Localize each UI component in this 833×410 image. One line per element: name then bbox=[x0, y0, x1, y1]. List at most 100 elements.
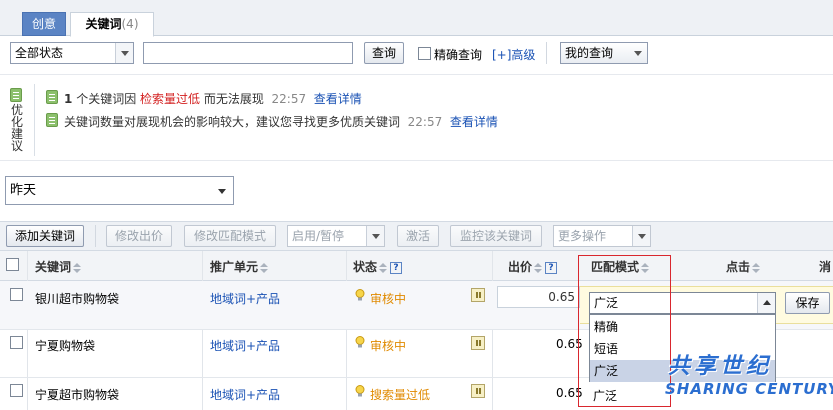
select-all-checkbox[interactable] bbox=[6, 258, 19, 271]
status-filter-value: 全部状态 bbox=[15, 46, 64, 60]
header-keyword[interactable]: 关键词 bbox=[35, 258, 82, 275]
sort-icon bbox=[73, 262, 82, 273]
watermark-en: SHARING CENTURY bbox=[665, 380, 833, 398]
sort-icon bbox=[534, 262, 543, 273]
header-clicks[interactable]: 点击 bbox=[726, 258, 761, 275]
tab-keywords-count: (4) bbox=[121, 17, 139, 31]
divider bbox=[546, 42, 547, 64]
save-button-label: 保存 bbox=[795, 296, 820, 310]
header-cost[interactable]: 消 bbox=[819, 258, 831, 275]
divider bbox=[95, 225, 96, 247]
my-query-value: 我的查询 bbox=[565, 46, 614, 60]
price-input[interactable]: 0.65 bbox=[497, 286, 580, 308]
bulb-icon bbox=[355, 385, 365, 397]
list-icon bbox=[46, 90, 58, 104]
header-clicks-label: 点击 bbox=[726, 260, 751, 274]
status-cell: 审核中 bbox=[370, 292, 407, 306]
advanced-link[interactable]: [+]高级 bbox=[492, 46, 535, 63]
monitor-keyword-label: 监控该关键词 bbox=[459, 229, 532, 243]
suggestion-text: 个关键词因 bbox=[76, 92, 137, 106]
suggestion-item: 关键词数量对展现机会的影响较大，建议您寻找更多优质关键词 22:57 查看详情 bbox=[64, 113, 498, 130]
status-filter-select[interactable]: 全部状态 bbox=[10, 42, 134, 64]
bulb-icon bbox=[355, 289, 365, 301]
sort-icon bbox=[260, 262, 269, 273]
edit-price-button[interactable]: 修改出价 bbox=[106, 225, 172, 247]
header-status[interactable]: 状态? bbox=[353, 258, 403, 275]
search-button-label: 查询 bbox=[371, 46, 396, 60]
divider bbox=[0, 160, 833, 161]
header-price-label: 出价 bbox=[508, 260, 533, 274]
help-icon[interactable]: ? bbox=[545, 261, 558, 274]
edit-price-label: 修改出价 bbox=[114, 229, 163, 243]
price-value: 0.65 bbox=[548, 290, 575, 304]
suggestion-detail-link[interactable]: 查看详情 bbox=[450, 115, 498, 129]
date-range-select[interactable]: 昨天 bbox=[5, 176, 234, 205]
suggestion-text: 而无法展现 bbox=[203, 92, 264, 106]
row-checkbox[interactable] bbox=[10, 336, 23, 349]
row-checkbox[interactable] bbox=[10, 384, 23, 397]
suggestion-detail-link[interactable]: 查看详情 bbox=[314, 92, 362, 106]
sort-icon bbox=[379, 262, 388, 273]
list-icon bbox=[46, 113, 58, 127]
chevron-down-icon bbox=[366, 226, 384, 246]
keyword-cell: 宁夏超市购物袋 bbox=[35, 388, 120, 402]
watermark-cn: 共享世纪 bbox=[668, 354, 773, 379]
enable-pause-value: 启用/暂停 bbox=[292, 229, 345, 243]
chevron-down-icon bbox=[115, 43, 133, 63]
tab-creative[interactable]: 创意 bbox=[22, 12, 66, 36]
divider bbox=[34, 84, 35, 156]
table-header bbox=[0, 251, 833, 281]
suggestion-icon bbox=[10, 88, 22, 102]
exact-query-checkbox[interactable] bbox=[418, 47, 431, 60]
exact-query-label: 精确查询 bbox=[434, 48, 483, 62]
suggestion-panel-label: 优化建议 bbox=[11, 103, 24, 153]
unit-link[interactable]: 地域词+产品 bbox=[210, 290, 280, 307]
chevron-down-icon bbox=[632, 226, 650, 246]
suggestion-time: 22:57 bbox=[407, 115, 443, 129]
chevron-down-icon bbox=[211, 177, 233, 204]
add-keyword-button[interactable]: 添加关键词 bbox=[6, 225, 84, 247]
chevron-down-icon bbox=[629, 43, 647, 63]
save-button[interactable]: 保存 bbox=[785, 292, 830, 314]
highlight-box bbox=[578, 255, 671, 407]
search-input[interactable] bbox=[143, 42, 353, 64]
unit-link[interactable]: 地域词+产品 bbox=[210, 337, 280, 354]
tab-keywords[interactable]: 关键词(4) bbox=[70, 12, 154, 37]
header-status-label: 状态 bbox=[353, 260, 378, 274]
help-icon[interactable]: ? bbox=[390, 261, 403, 274]
header-cost-label: 消 bbox=[819, 260, 832, 274]
tab-creative-label: 创意 bbox=[31, 17, 56, 31]
date-range-value: 昨天 bbox=[10, 183, 37, 198]
edit-match-button[interactable]: 修改匹配模式 bbox=[184, 225, 276, 247]
pause-icon[interactable] bbox=[471, 336, 485, 350]
edit-match-label: 修改匹配模式 bbox=[193, 229, 266, 243]
status-cell: 搜索量过低 bbox=[370, 388, 431, 402]
keyword-cell: 银川超市购物袋 bbox=[35, 292, 120, 306]
search-button[interactable]: 查询 bbox=[364, 42, 404, 64]
bulb-icon bbox=[355, 336, 365, 348]
chevron-up-icon bbox=[757, 293, 775, 313]
pause-icon[interactable] bbox=[471, 384, 485, 398]
header-price[interactable]: 出价? bbox=[508, 258, 558, 275]
unit-link[interactable]: 地域词+产品 bbox=[210, 386, 280, 403]
activate-button[interactable]: 激活 bbox=[397, 225, 439, 247]
keyword-cell: 宁夏购物袋 bbox=[35, 339, 96, 353]
sort-icon bbox=[752, 262, 761, 273]
my-query-select[interactable]: 我的查询 bbox=[560, 42, 648, 64]
more-actions-select[interactable]: 更多操作 bbox=[553, 225, 651, 247]
tab-keywords-label: 关键词 bbox=[85, 17, 122, 31]
pause-icon[interactable] bbox=[471, 288, 485, 302]
monitor-keyword-button[interactable]: 监控该关键词 bbox=[450, 225, 542, 247]
header-keyword-label: 关键词 bbox=[35, 260, 72, 274]
suggestion-highlight: 检索量过低 bbox=[140, 92, 201, 106]
header-unit[interactable]: 推广单元 bbox=[210, 258, 269, 275]
divider bbox=[0, 74, 833, 75]
enable-pause-select[interactable]: 启用/暂停 bbox=[287, 225, 385, 247]
suggestion-count: 1 bbox=[64, 92, 73, 106]
suggestion-time: 22:57 bbox=[271, 92, 307, 106]
status-cell: 审核中 bbox=[370, 339, 407, 353]
more-actions-value: 更多操作 bbox=[558, 229, 607, 243]
add-keyword-label: 添加关键词 bbox=[14, 229, 75, 243]
suggestion-item: 1 个关键词因 检索量过低 而无法展现 22:57 查看详情 bbox=[64, 90, 362, 107]
row-checkbox[interactable] bbox=[10, 288, 23, 301]
